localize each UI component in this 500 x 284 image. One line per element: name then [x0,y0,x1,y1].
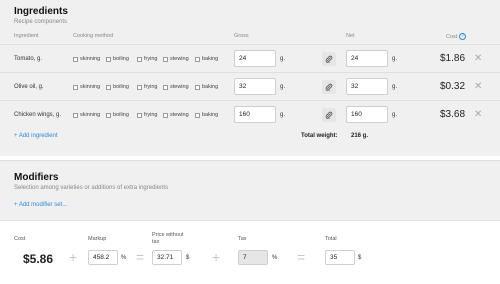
checkbox[interactable] [106,84,111,90]
checkbox[interactable] [73,84,78,90]
gross-unit: g. [280,84,286,90]
method-stewing[interactable]: stewing [163,112,189,118]
method-baking[interactable]: baking [195,112,218,118]
col-gross: Gross [234,33,249,39]
total-input[interactable]: 35 [325,250,355,265]
net-input[interactable]: 24 [346,50,388,67]
checkbox[interactable] [163,112,168,118]
ingredients-title: Ingredients [14,6,68,17]
method-boiling[interactable]: boiling [106,112,129,118]
ingredient-name: Tomato, g. [14,56,43,62]
delete-icon[interactable]: ✕ [474,53,482,64]
delete-icon[interactable]: ✕ [474,109,482,120]
col-ingredient: Ingredient [14,33,39,39]
total-weight-value: 216 g. [351,133,369,139]
checkbox[interactable] [106,112,111,118]
net-input[interactable]: 160 [346,106,388,123]
calc-cost-value: $5.86 [23,252,54,266]
method-frying[interactable]: frying [137,112,157,118]
attach-icon[interactable] [322,52,336,66]
gross-input[interactable]: 160 [234,106,276,123]
equals-icon: = [297,249,306,265]
attach-icon[interactable] [322,80,336,94]
markup-label: Markup [88,236,107,242]
tax-unit: % [272,255,278,261]
equals-icon: = [136,249,145,265]
checkbox[interactable] [163,56,168,62]
price-without-tax-label: Price without tax [152,232,184,246]
price-label-line1: Price without [152,232,184,238]
method-boiling[interactable]: boiling [106,84,129,90]
table-row: Chicken wings, g. skinning boiling fryin… [0,100,500,128]
method-baking[interactable]: baking [195,56,218,62]
checkbox[interactable] [73,56,78,62]
delete-icon[interactable]: ✕ [474,81,482,92]
net-unit: g. [392,84,398,90]
row-cost: $3.68 [440,109,466,120]
net-unit: g. [392,112,398,118]
method-skinning[interactable]: skinning [73,84,100,90]
checkbox[interactable] [137,112,142,118]
plus-icon: + [212,249,221,265]
plus-icon: + [69,249,78,265]
method-skinning[interactable]: skinning [73,56,100,62]
checkbox[interactable] [195,56,200,62]
tax-label: Tax [238,236,247,242]
net-unit: g. [392,56,398,62]
col-net: Net [346,33,355,39]
checkbox[interactable] [137,56,142,62]
markup-unit: % [121,255,127,261]
method-frying[interactable]: frying [137,84,157,90]
gross-input[interactable]: 32 [234,78,276,95]
row-cost: $0.32 [440,81,466,92]
total-label: Total [325,236,337,242]
total-weight-label: Total weight: [301,133,338,139]
markup-input[interactable]: 458.2 [88,250,118,265]
calc-cost-label: Cost [14,236,26,242]
ingredient-name: Olive oil, g. [14,84,44,90]
total-unit: $ [358,255,362,261]
net-input[interactable]: 32 [346,78,388,95]
price-label-line2: tax [152,239,160,245]
checkbox[interactable] [106,56,111,62]
col-cooking-method: Cooking method [73,33,114,39]
checkbox[interactable] [137,84,142,90]
ingredients-subtitle: Recipe components [14,19,68,25]
col-cost: Cost? [446,33,467,40]
attach-icon[interactable] [322,108,336,122]
method-frying[interactable]: frying [137,56,157,62]
gross-unit: g. [280,56,286,62]
ingredient-name: Chicken wings, g. [14,112,62,118]
price-input[interactable]: 32.71 [152,250,182,265]
checkbox[interactable] [195,112,200,118]
method-baking[interactable]: baking [195,84,218,90]
price-unit: $ [186,255,190,261]
checkbox[interactable] [163,84,168,90]
add-ingredient-link[interactable]: + Add ingredient [14,133,58,139]
method-boiling[interactable]: boiling [106,56,129,62]
tax-input: 7 [238,250,268,265]
method-stewing[interactable]: stewing [163,84,189,90]
col-cost-label: Cost [446,33,458,40]
gross-input[interactable]: 24 [234,50,276,67]
checkbox[interactable] [73,112,78,118]
add-modifier-set-link[interactable]: + Add modifier set... [14,202,67,208]
modifiers-subtitle: Selection among varieties or additions o… [14,185,169,191]
help-icon[interactable]: ? [459,33,467,40]
row-cost: $1.86 [440,53,466,64]
method-stewing[interactable]: stewing [163,56,189,62]
gross-unit: g. [280,112,286,118]
modifiers-title: Modifiers [14,172,59,183]
checkbox[interactable] [195,84,200,90]
method-skinning[interactable]: skinning [73,112,100,118]
table-row: Olive oil, g. skinning boiling frying st… [0,72,500,100]
table-row: Tomato, g. skinning boiling frying stewi… [0,44,500,72]
